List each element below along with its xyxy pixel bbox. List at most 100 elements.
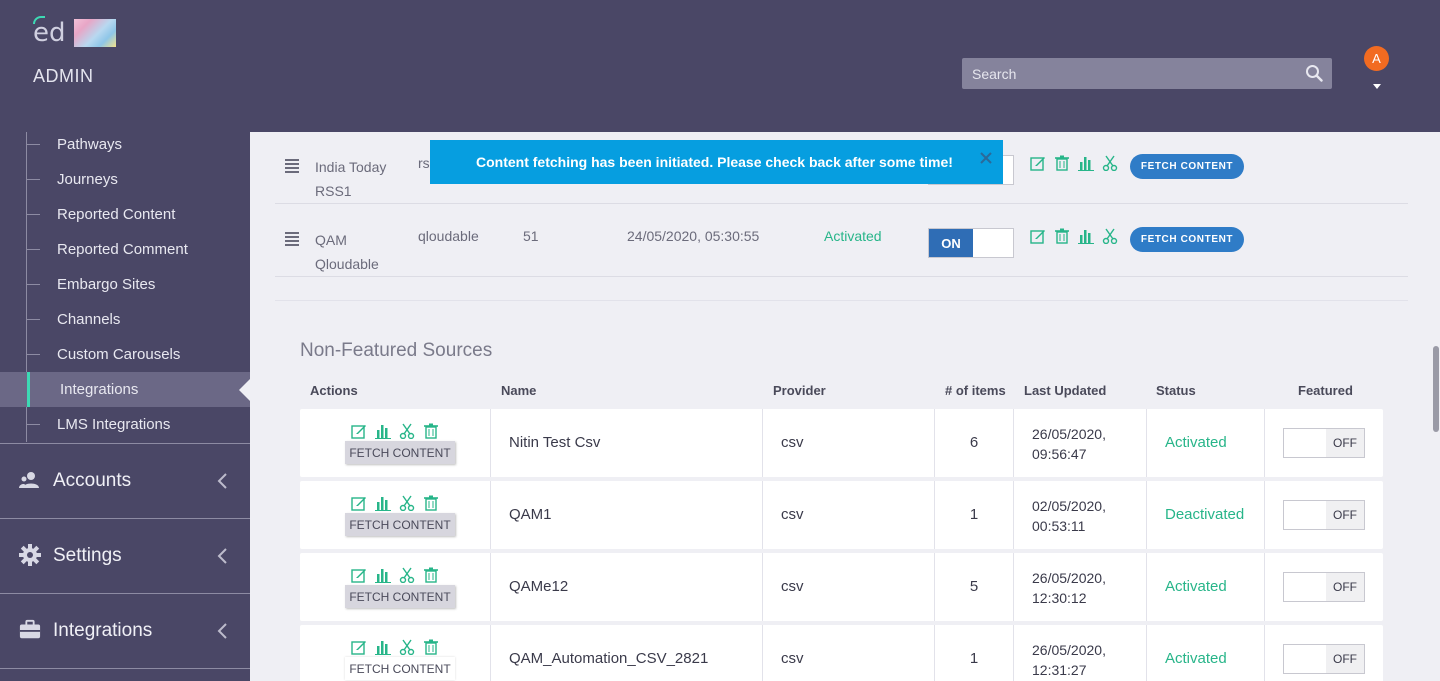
- sidebar-item-custom-carousels[interactable]: Custom Carousels: [0, 337, 250, 372]
- delete-icon[interactable]: [423, 567, 439, 583]
- featured-toggle[interactable]: OFF: [1283, 428, 1365, 458]
- gear-icon: [19, 544, 41, 566]
- sidebar-item-integrations[interactable]: Integrations: [0, 372, 250, 407]
- scissors-icon[interactable]: [1102, 228, 1118, 244]
- featured-toggle[interactable]: OFF: [1283, 500, 1365, 530]
- source-name: QAMe12: [509, 578, 569, 595]
- search-bar[interactable]: [962, 58, 1332, 89]
- featured-toggle[interactable]: OFF: [1283, 572, 1365, 602]
- source-name: QAM Qloudable: [315, 232, 379, 272]
- toggle-off-label: OFF: [1326, 645, 1364, 673]
- status-badge: Activated: [824, 228, 882, 244]
- sidebar-item-pathways[interactable]: Pathways: [0, 127, 250, 162]
- fetch-content-button[interactable]: FETCH CONTENT: [1130, 227, 1244, 252]
- sidebar: Pathways Journeys Reported Content Repor…: [0, 132, 250, 681]
- delete-icon[interactable]: [423, 423, 439, 439]
- edit-icon[interactable]: [351, 423, 367, 439]
- featured-toggle[interactable]: ON: [928, 228, 1014, 258]
- row-actions: [351, 639, 439, 655]
- source-last-updated: 26/05/2020, 12:30:12: [1032, 568, 1142, 608]
- source-item-count: 1: [969, 650, 979, 667]
- source-provider: csv: [781, 434, 804, 451]
- sidebar-item-journeys[interactable]: Journeys: [0, 162, 250, 197]
- fetch-content-button[interactable]: FETCH CONTENT: [345, 513, 455, 536]
- close-icon[interactable]: [980, 152, 992, 164]
- column-header-featured: Featured: [1298, 383, 1353, 398]
- bar-chart-icon[interactable]: [1078, 155, 1094, 171]
- drag-handle-icon[interactable]: [285, 232, 299, 248]
- scissors-icon[interactable]: [399, 495, 415, 511]
- sidebar-item-embargo-sites[interactable]: Embargo Sites: [0, 267, 250, 302]
- edit-icon[interactable]: [351, 567, 367, 583]
- scrollbar[interactable]: [1432, 132, 1440, 681]
- delete-icon[interactable]: [423, 639, 439, 655]
- time-text: 12:30:12: [1032, 590, 1087, 606]
- bar-chart-icon[interactable]: [375, 423, 391, 439]
- edit-icon[interactable]: [351, 639, 367, 655]
- toggle-off-label: OFF: [1326, 501, 1364, 529]
- row-actions: [351, 567, 439, 583]
- sidebar-section-integrations[interactable]: Integrations: [0, 593, 250, 668]
- chevron-down-icon[interactable]: [1373, 84, 1381, 89]
- source-item-count: 6: [969, 434, 979, 451]
- search-icon[interactable]: [1305, 64, 1323, 82]
- date-text: 02/05/2020,: [1032, 498, 1106, 514]
- sidebar-item-lms-integrations[interactable]: LMS Integrations: [0, 407, 250, 442]
- source-last-updated: 26/05/2020, 12:31:27: [1032, 640, 1142, 680]
- logo-image: [73, 19, 116, 47]
- page-title: ADMIN: [33, 66, 94, 86]
- bar-chart-icon[interactable]: [375, 495, 391, 511]
- scrollbar-thumb[interactable]: [1433, 346, 1439, 432]
- table-row: FETCH CONTENT QAMe12 csv 5 26/05/2020, 12…: [300, 553, 1383, 621]
- table-row: FETCH CONTENT QAM1 csv 1 02/05/2020, 00:5…: [300, 481, 1383, 549]
- delete-icon[interactable]: [1054, 155, 1070, 171]
- scissors-icon[interactable]: [1102, 155, 1118, 171]
- bar-chart-icon[interactable]: [375, 639, 391, 655]
- fetch-content-button[interactable]: FETCH CONTENT: [345, 585, 455, 608]
- section-title: Non-Featured Sources: [300, 340, 493, 361]
- featured-row: QAM Qloudable qloudable 51 24/05/2020, 0…: [275, 204, 1408, 277]
- sidebar-section-accounts[interactable]: Accounts: [0, 443, 250, 518]
- chevron-left-icon[interactable]: [216, 472, 228, 490]
- source-provider: qloudable: [418, 228, 479, 244]
- bar-chart-icon[interactable]: [375, 567, 391, 583]
- sidebar-item-reported-comment[interactable]: Reported Comment: [0, 232, 250, 267]
- edit-icon[interactable]: [1030, 228, 1046, 244]
- sidebar-item-channels[interactable]: Channels: [0, 302, 250, 337]
- avatar[interactable]: A: [1364, 46, 1389, 71]
- toggle-on-label: ON: [929, 229, 973, 257]
- scissors-icon[interactable]: [399, 639, 415, 655]
- briefcase-icon: [19, 619, 41, 639]
- chevron-left-icon[interactable]: [216, 622, 228, 640]
- time-text: 12:31:27: [1032, 662, 1087, 678]
- featured-toggle[interactable]: OFF: [1283, 644, 1365, 674]
- logo[interactable]: ed: [33, 16, 116, 48]
- sidebar-item-reported-content[interactable]: Reported Content: [0, 197, 250, 232]
- edit-icon[interactable]: [1030, 155, 1046, 171]
- delete-icon[interactable]: [423, 495, 439, 511]
- source-name: India Today RSS1: [315, 159, 387, 199]
- source-last-updated: 24/05/2020, 05:30:55: [627, 228, 760, 244]
- bar-chart-icon[interactable]: [1078, 228, 1094, 244]
- toast-message: Content fetching has been initiated. Ple…: [476, 154, 953, 170]
- source-last-updated: 26/05/2020, 09:56:47: [1032, 424, 1142, 464]
- scissors-icon[interactable]: [399, 423, 415, 439]
- fetch-content-button[interactable]: FETCH CONTENT: [345, 441, 455, 464]
- column-header-actions: Actions: [310, 383, 358, 398]
- source-item-count: 5: [969, 578, 979, 595]
- drag-handle-icon[interactable]: [285, 159, 299, 175]
- fetch-content-button[interactable]: FETCH CONTENT: [1130, 154, 1244, 179]
- sidebar-section-settings[interactable]: Settings: [0, 518, 250, 593]
- delete-icon[interactable]: [1054, 228, 1070, 244]
- search-input[interactable]: [972, 65, 1302, 82]
- source-item-count: 1: [969, 506, 979, 523]
- row-actions: [351, 423, 439, 439]
- chevron-left-icon[interactable]: [216, 547, 228, 565]
- scissors-icon[interactable]: [399, 567, 415, 583]
- source-name: Nitin Test Csv: [509, 434, 601, 451]
- column-header-items: # of items: [945, 383, 1006, 398]
- fetch-content-button[interactable]: FETCH CONTENT: [345, 657, 455, 680]
- table-row: FETCH CONTENT QAM_Automation_CSV_2821 cs…: [300, 625, 1383, 681]
- row-actions: [1030, 155, 1118, 171]
- edit-icon[interactable]: [351, 495, 367, 511]
